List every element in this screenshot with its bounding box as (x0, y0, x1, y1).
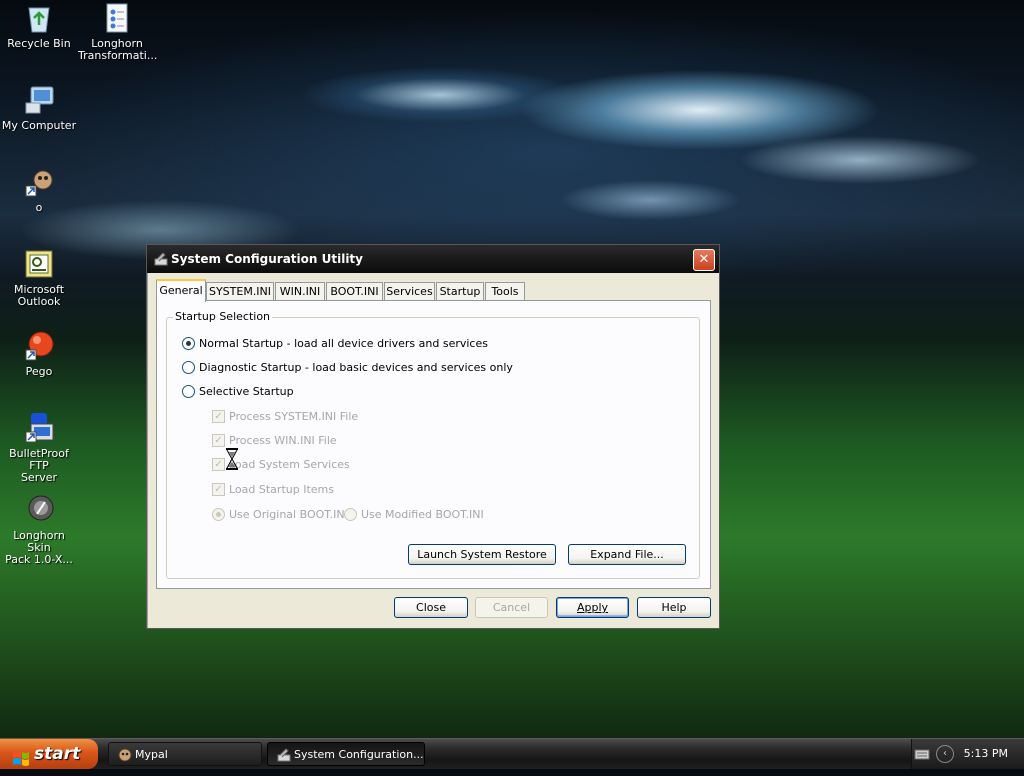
desktop-icon-label: Outlook (17, 295, 61, 308)
general-tab-panel: Startup Selection Normal Startup - load … (156, 300, 711, 589)
tab-win-ini[interactable]: WIN.INI (275, 282, 325, 300)
radio-label: Use Modified BOOT.INI (361, 508, 484, 521)
desktop-icon-label: Transformati... (78, 49, 158, 62)
msconfig-icon (153, 251, 169, 267)
checkbox-indicator: ✓ (212, 482, 225, 496)
taskbar-item-label: System Configuration... (294, 748, 424, 761)
system-configuration-window: System Configuration Utility ✕ General S… (146, 244, 720, 629)
cancel-button[interactable]: Cancel (475, 597, 548, 618)
document-icon (101, 2, 133, 34)
radio-label: Normal Startup - load all device drivers… (199, 337, 488, 350)
windows-logo-icon (12, 746, 30, 766)
tab-boot-ini[interactable]: BOOT.INI (326, 282, 383, 300)
process-system-ini-checkbox[interactable]: ✓ Process SYSTEM.INI File (212, 409, 359, 424)
checkbox-indicator: ✓ (212, 457, 225, 471)
title-bar[interactable]: System Configuration Utility ✕ (147, 245, 719, 273)
launch-system-restore-button[interactable]: Launch System Restore (408, 544, 556, 565)
radio-label: Selective Startup (199, 385, 294, 398)
checkbox-label: Process WIN.INI File (229, 434, 337, 447)
keyboard-icon[interactable] (914, 747, 930, 764)
desktop-icon-microsoft-outlook[interactable]: Microsoft Outlook (0, 248, 78, 308)
desktop-icon-pego[interactable]: Pego (0, 330, 78, 378)
ftp-icon (23, 412, 55, 444)
outlook-icon (23, 248, 55, 280)
desktop-icon-my-computer[interactable]: My Computer (0, 84, 78, 132)
desktop-icon-label: Pack 1.0-X... (5, 553, 73, 566)
close-window-button[interactable]: ✕ (693, 249, 715, 271)
tab-tools[interactable]: Tools (485, 282, 525, 300)
desktop-icon-longhorn-skin-pack[interactable]: Longhorn Skin Pack 1.0-X... (0, 494, 78, 566)
mypal-icon (117, 747, 133, 772)
skin-pack-icon (23, 494, 55, 526)
clock[interactable]: 5:13 PM (964, 747, 1008, 760)
taskbar-item-label: Mypal (135, 748, 168, 761)
tab-services[interactable]: Services (384, 282, 435, 300)
hourglass-cursor-icon (225, 448, 239, 470)
startup-selection-group: Startup Selection Normal Startup - load … (166, 310, 700, 579)
tab-system-ini[interactable]: SYSTEM.INI (206, 282, 274, 300)
recycle-bin-icon (23, 2, 55, 34)
checkbox-label: Load System Services (229, 458, 350, 471)
radio-indicator (182, 360, 195, 374)
checkbox-indicator: ✓ (212, 409, 225, 423)
show-hidden-icons-chevron-icon[interactable]: ‹ (936, 745, 954, 763)
tab-general[interactable]: General (156, 279, 206, 302)
radio-label: Diagnostic Startup - load basic devices … (199, 361, 513, 374)
diagnostic-startup-radio[interactable]: Diagnostic Startup - load basic devices … (182, 360, 513, 375)
shortcut-icon (23, 166, 55, 198)
taskbar-item-mypal[interactable]: Mypal (108, 742, 262, 766)
close-icon: ✕ (698, 252, 710, 267)
desktop-icon-label: Server (20, 471, 58, 484)
desktop-icon-recycle-bin[interactable]: Recycle Bin (0, 2, 78, 50)
tab-startup[interactable]: Startup (436, 282, 484, 300)
desktop-icon-o[interactable]: o (0, 166, 78, 214)
taskbar: start Mypal System Configuration... ‹ 5:… (0, 738, 1024, 769)
system-tray: ‹ 5:13 PM (911, 739, 1024, 769)
desktop-icon-label: My Computer (1, 119, 77, 132)
close-button[interactable]: Close (394, 597, 468, 618)
desktop-icon-label: Recycle Bin (7, 37, 71, 50)
start-button[interactable]: start (0, 739, 98, 769)
expand-file-button[interactable]: Expand File... (568, 544, 686, 565)
help-button[interactable]: Help (637, 597, 711, 618)
desktop-icon-label: BulletProof FTP (9, 447, 69, 472)
msconfig-icon (276, 747, 292, 772)
process-win-ini-checkbox[interactable]: ✓ Process WIN.INI File (212, 433, 337, 448)
red-orb-icon (23, 330, 55, 362)
apply-button[interactable]: Apply (556, 597, 629, 618)
taskbar-item-system-configuration[interactable]: System Configuration... (267, 742, 425, 766)
desktop-icon-bulletproof-ftp[interactable]: BulletProof FTP Server (0, 412, 78, 484)
group-label: Startup Selection (173, 310, 273, 323)
start-label: start (34, 744, 81, 764)
load-startup-items-checkbox[interactable]: ✓ Load Startup Items (212, 482, 334, 497)
radio-indicator (182, 336, 195, 350)
checkbox-label: Load Startup Items (229, 483, 334, 496)
window-title: System Configuration Utility (171, 252, 363, 266)
normal-startup-radio[interactable]: Normal Startup - load all device drivers… (182, 336, 488, 351)
use-modified-boot-ini-radio[interactable]: Use Modified BOOT.INI (344, 507, 484, 522)
desktop-icon-label: o (35, 201, 43, 214)
checkbox-label: Process SYSTEM.INI File (229, 410, 359, 423)
radio-indicator (212, 507, 225, 521)
selective-startup-radio[interactable]: Selective Startup (182, 384, 294, 399)
desktop-icon-label: Longhorn Skin (13, 529, 65, 554)
radio-indicator (182, 384, 195, 398)
use-original-boot-ini-radio[interactable]: Use Original BOOT.INI (212, 507, 348, 522)
radio-label: Use Original BOOT.INI (229, 508, 348, 521)
radio-indicator (344, 507, 357, 521)
desktop-icon-label: Pego (25, 365, 53, 378)
checkbox-indicator: ✓ (212, 433, 225, 447)
computer-icon (23, 84, 55, 116)
desktop-icon-longhorn-transformation[interactable]: Longhorn Transformati... (78, 2, 158, 62)
